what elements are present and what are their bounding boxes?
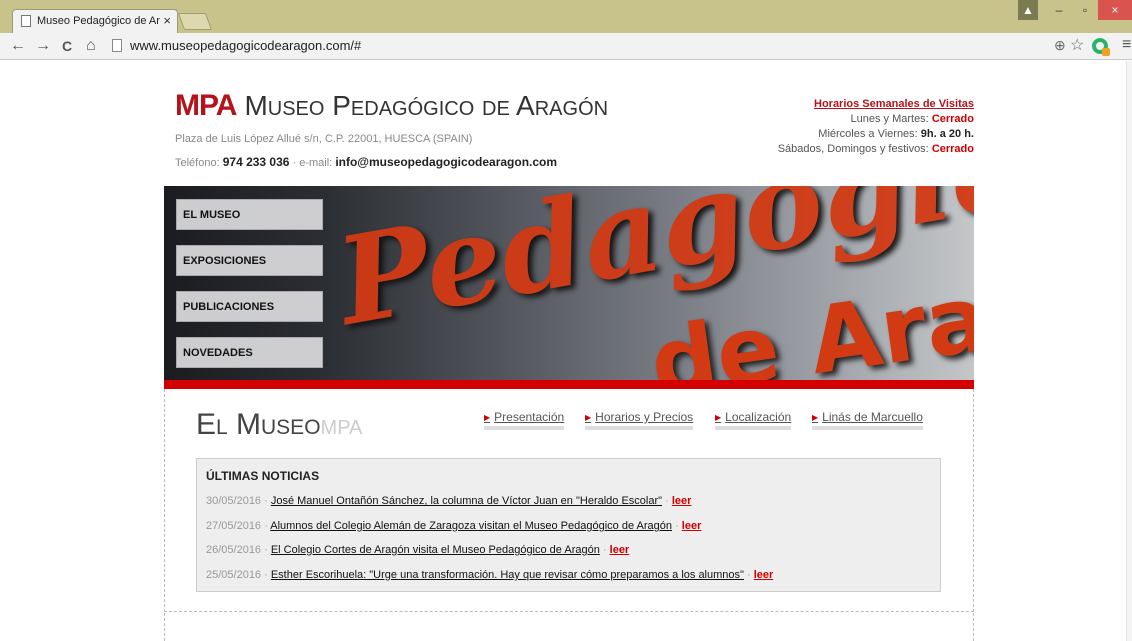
hours-row: Lunes y Martes: Cerrado	[850, 113, 974, 125]
email-label: · e-mail:	[292, 157, 333, 169]
link-horarios[interactable]: ▶ Horarios y Precios	[585, 410, 694, 430]
bullet-icon: ▶	[812, 413, 819, 422]
hours-row: Sábados, Domingos y festivos: Cerrado	[777, 143, 974, 155]
bullet-icon: ▶	[585, 413, 592, 422]
scrollbar[interactable]	[1126, 61, 1132, 641]
bullet-icon: ▶	[484, 413, 491, 422]
read-more-link[interactable]: leer	[682, 520, 702, 532]
page-icon	[112, 39, 122, 52]
news-headline-link[interactable]: Esther Escorihuela: "Urge una transforma…	[271, 569, 744, 581]
zoom-icon[interactable]: ⊕	[1054, 37, 1066, 54]
read-more-link[interactable]: leer	[754, 569, 774, 581]
site-contact: Teléfono: 974 233 036 · e-mail: info@mus…	[175, 155, 557, 169]
section-title: El MuseoMPA	[196, 408, 363, 441]
hours-row: Miércoles a Viernes: 9h. a 20 h.	[818, 128, 974, 140]
nav-exposiciones[interactable]: EXPOSICIONES	[176, 245, 323, 276]
news-item: 27/05/2016 · Alumnos del Colegio Alemán …	[206, 520, 702, 532]
page-icon	[21, 15, 31, 27]
minimize-button[interactable]: –	[1046, 0, 1072, 20]
news-item: 30/05/2016 · José Manuel Ontañón Sánchez…	[206, 495, 692, 507]
browser-toolbar: ← → C ⌂ www.museopedagogicodearagon.com/…	[0, 33, 1132, 60]
news-item: 26/05/2016 · El Colegio Cortes de Aragón…	[206, 544, 630, 556]
link-linas[interactable]: ▶ Linás de Marcuello	[812, 410, 923, 430]
address-bar[interactable]: www.museopedagogicodearagon.com/#	[108, 36, 1058, 57]
browser-menu-icon[interactable]: ≡	[1122, 36, 1131, 54]
phone-number: 974 233 036	[222, 155, 290, 169]
extension-icon[interactable]	[1092, 38, 1110, 56]
hours-title-link[interactable]: Horarios Semanales de Visitas	[778, 97, 974, 112]
logo-name: Museo Pedagógico de Aragón	[244, 90, 609, 121]
content-box-lower	[164, 613, 974, 641]
window-close-button[interactable]: ×	[1098, 0, 1132, 20]
logo-abbr: MPA	[175, 89, 237, 122]
nav-el-museo[interactable]: EL MUSEO	[176, 199, 323, 230]
browser-tabstrip: Museo Pedagógico de Ar × ▲ – ▫ ×	[0, 0, 1132, 33]
window-controls: ▲ – ▫ ×	[1018, 0, 1132, 20]
visit-hours: Horarios Semanales de Visitas Lunes y Ma…	[778, 97, 974, 157]
back-icon[interactable]: ←	[10, 37, 26, 55]
news-item: 25/05/2016 · Esther Escorihuela: "Urge u…	[206, 569, 774, 581]
site-logo[interactable]: MPA Museo Pedagógico de Aragón	[175, 89, 608, 123]
restore-button[interactable]: ▫	[1072, 0, 1098, 20]
email-address[interactable]: info@museopedagogicodearagon.com	[335, 155, 557, 169]
new-tab-button[interactable]	[177, 13, 213, 30]
home-icon[interactable]: ⌂	[86, 37, 96, 55]
bookmark-star-icon[interactable]: ☆	[1070, 35, 1084, 55]
phone-label: Teléfono:	[175, 157, 220, 169]
banner-divider	[164, 380, 974, 389]
news-headline-link[interactable]: El Colegio Cortes de Aragón visita el Mu…	[271, 544, 600, 556]
read-more-link[interactable]: leer	[610, 544, 630, 556]
forward-icon[interactable]: →	[35, 37, 51, 55]
site-address: Plaza de Luis López Allué s/n, C.P. 2200…	[175, 133, 473, 145]
tab-title: Museo Pedagógico de Ar	[37, 15, 160, 27]
reload-icon[interactable]: C	[62, 38, 72, 54]
bullet-icon: ▶	[715, 413, 722, 422]
url-text: www.museopedagogicodearagon.com/#	[130, 38, 362, 53]
link-presentacion[interactable]: ▶ Presentación	[484, 410, 565, 430]
browser-tab[interactable]: Museo Pedagógico de Ar ×	[12, 9, 178, 33]
nav-novedades[interactable]: NOVEDADES	[176, 337, 323, 368]
read-more-link[interactable]: leer	[672, 495, 692, 507]
news-title: ÚLTIMAS NOTICIAS	[206, 469, 320, 483]
news-headline-link[interactable]: Alumnos del Colegio Alemán de Zaragoza v…	[270, 520, 672, 532]
nav-publicaciones[interactable]: PUBLICACIONES	[176, 291, 323, 322]
tab-close-icon[interactable]: ×	[163, 13, 171, 28]
news-headline-link[interactable]: José Manuel Ontañón Sánchez, la columna …	[271, 495, 662, 507]
link-localizacion[interactable]: ▶ Localización	[715, 410, 792, 430]
user-icon[interactable]: ▲	[1018, 0, 1038, 20]
